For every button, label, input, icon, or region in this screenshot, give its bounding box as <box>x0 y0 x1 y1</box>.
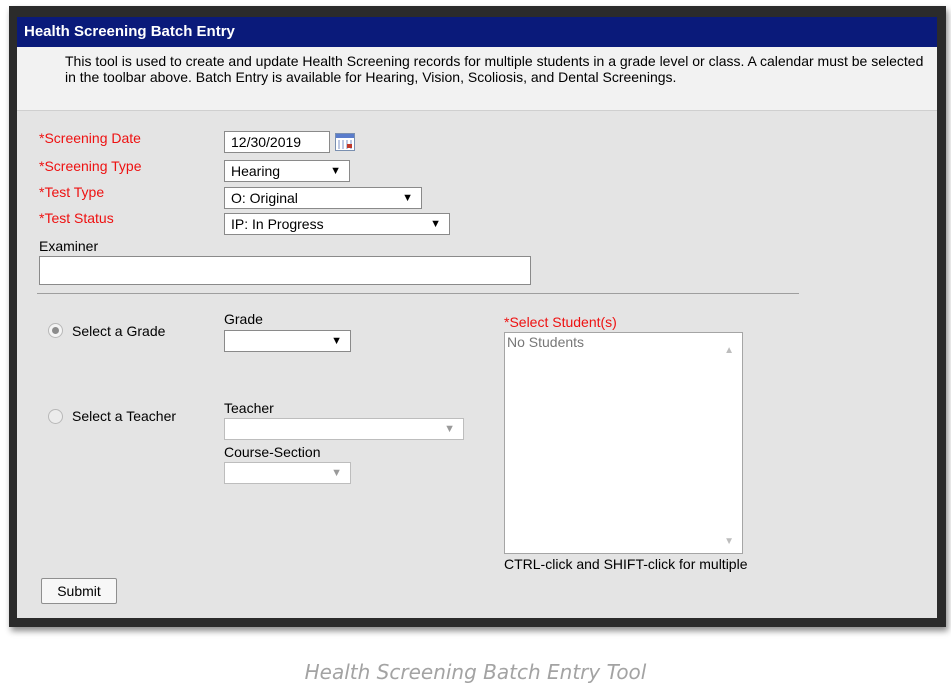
screening-type-value: Hearing <box>231 163 281 179</box>
screenshot-frame: Health Screening Batch Entry This tool i… <box>9 6 946 627</box>
test-status-label: *Test Status <box>39 210 114 226</box>
chevron-down-icon: ▼ <box>330 165 341 177</box>
scroll-down-icon[interactable]: ▼ <box>724 536 734 547</box>
test-type-select[interactable]: O: Original ▼ <box>224 187 422 209</box>
course-section-select[interactable]: ▼ <box>224 462 351 484</box>
section-divider <box>37 293 799 294</box>
figure-caption: Health Screening Batch Entry Tool <box>304 660 647 684</box>
select-grade-label: Select a Grade <box>72 323 166 339</box>
course-section-label: Course-Section <box>224 444 321 460</box>
grade-label: Grade <box>224 311 263 327</box>
screening-date-input[interactable]: 12/30/2019 <box>224 131 330 153</box>
tool-description: This tool is used to create and update H… <box>17 47 937 111</box>
batch-entry-panel: Health Screening Batch Entry This tool i… <box>17 17 937 618</box>
calendar-icon[interactable] <box>335 133 355 151</box>
chevron-down-icon: ▼ <box>402 192 413 204</box>
select-students-label: *Select Student(s) <box>504 314 617 330</box>
screening-date-value: 12/30/2019 <box>231 134 302 150</box>
test-status-value: IP: In Progress <box>231 216 324 232</box>
select-teacher-label: Select a Teacher <box>72 408 177 424</box>
examiner-label: Examiner <box>39 238 99 254</box>
panel-title: Health Screening Batch Entry <box>17 17 937 47</box>
screening-type-label: *Screening Type <box>39 158 142 174</box>
teacher-label: Teacher <box>224 400 274 416</box>
screening-date-label: *Screening Date <box>39 130 141 146</box>
test-type-label: *Test Type <box>39 184 105 200</box>
list-item: No Students <box>507 334 585 350</box>
multi-select-hint: CTRL-click and SHIFT-click for multiple <box>504 556 748 572</box>
submit-button[interactable]: Submit <box>41 578 117 604</box>
scroll-up-icon[interactable]: ▲ <box>724 345 734 356</box>
students-listbox[interactable]: No Students ▲ ▼ <box>504 332 743 554</box>
chevron-down-icon: ▼ <box>331 467 342 479</box>
grade-select[interactable]: ▼ <box>224 330 351 352</box>
test-type-value: O: Original <box>231 190 298 206</box>
screening-type-select[interactable]: Hearing ▼ <box>224 160 350 182</box>
examiner-input[interactable] <box>39 256 531 285</box>
select-teacher-radio[interactable] <box>48 409 63 424</box>
teacher-select[interactable]: ▼ <box>224 418 464 440</box>
test-status-select[interactable]: IP: In Progress ▼ <box>224 213 450 235</box>
select-grade-radio[interactable] <box>48 323 63 338</box>
chevron-down-icon: ▼ <box>444 423 455 435</box>
chevron-down-icon: ▼ <box>331 335 342 347</box>
chevron-down-icon: ▼ <box>430 218 441 230</box>
